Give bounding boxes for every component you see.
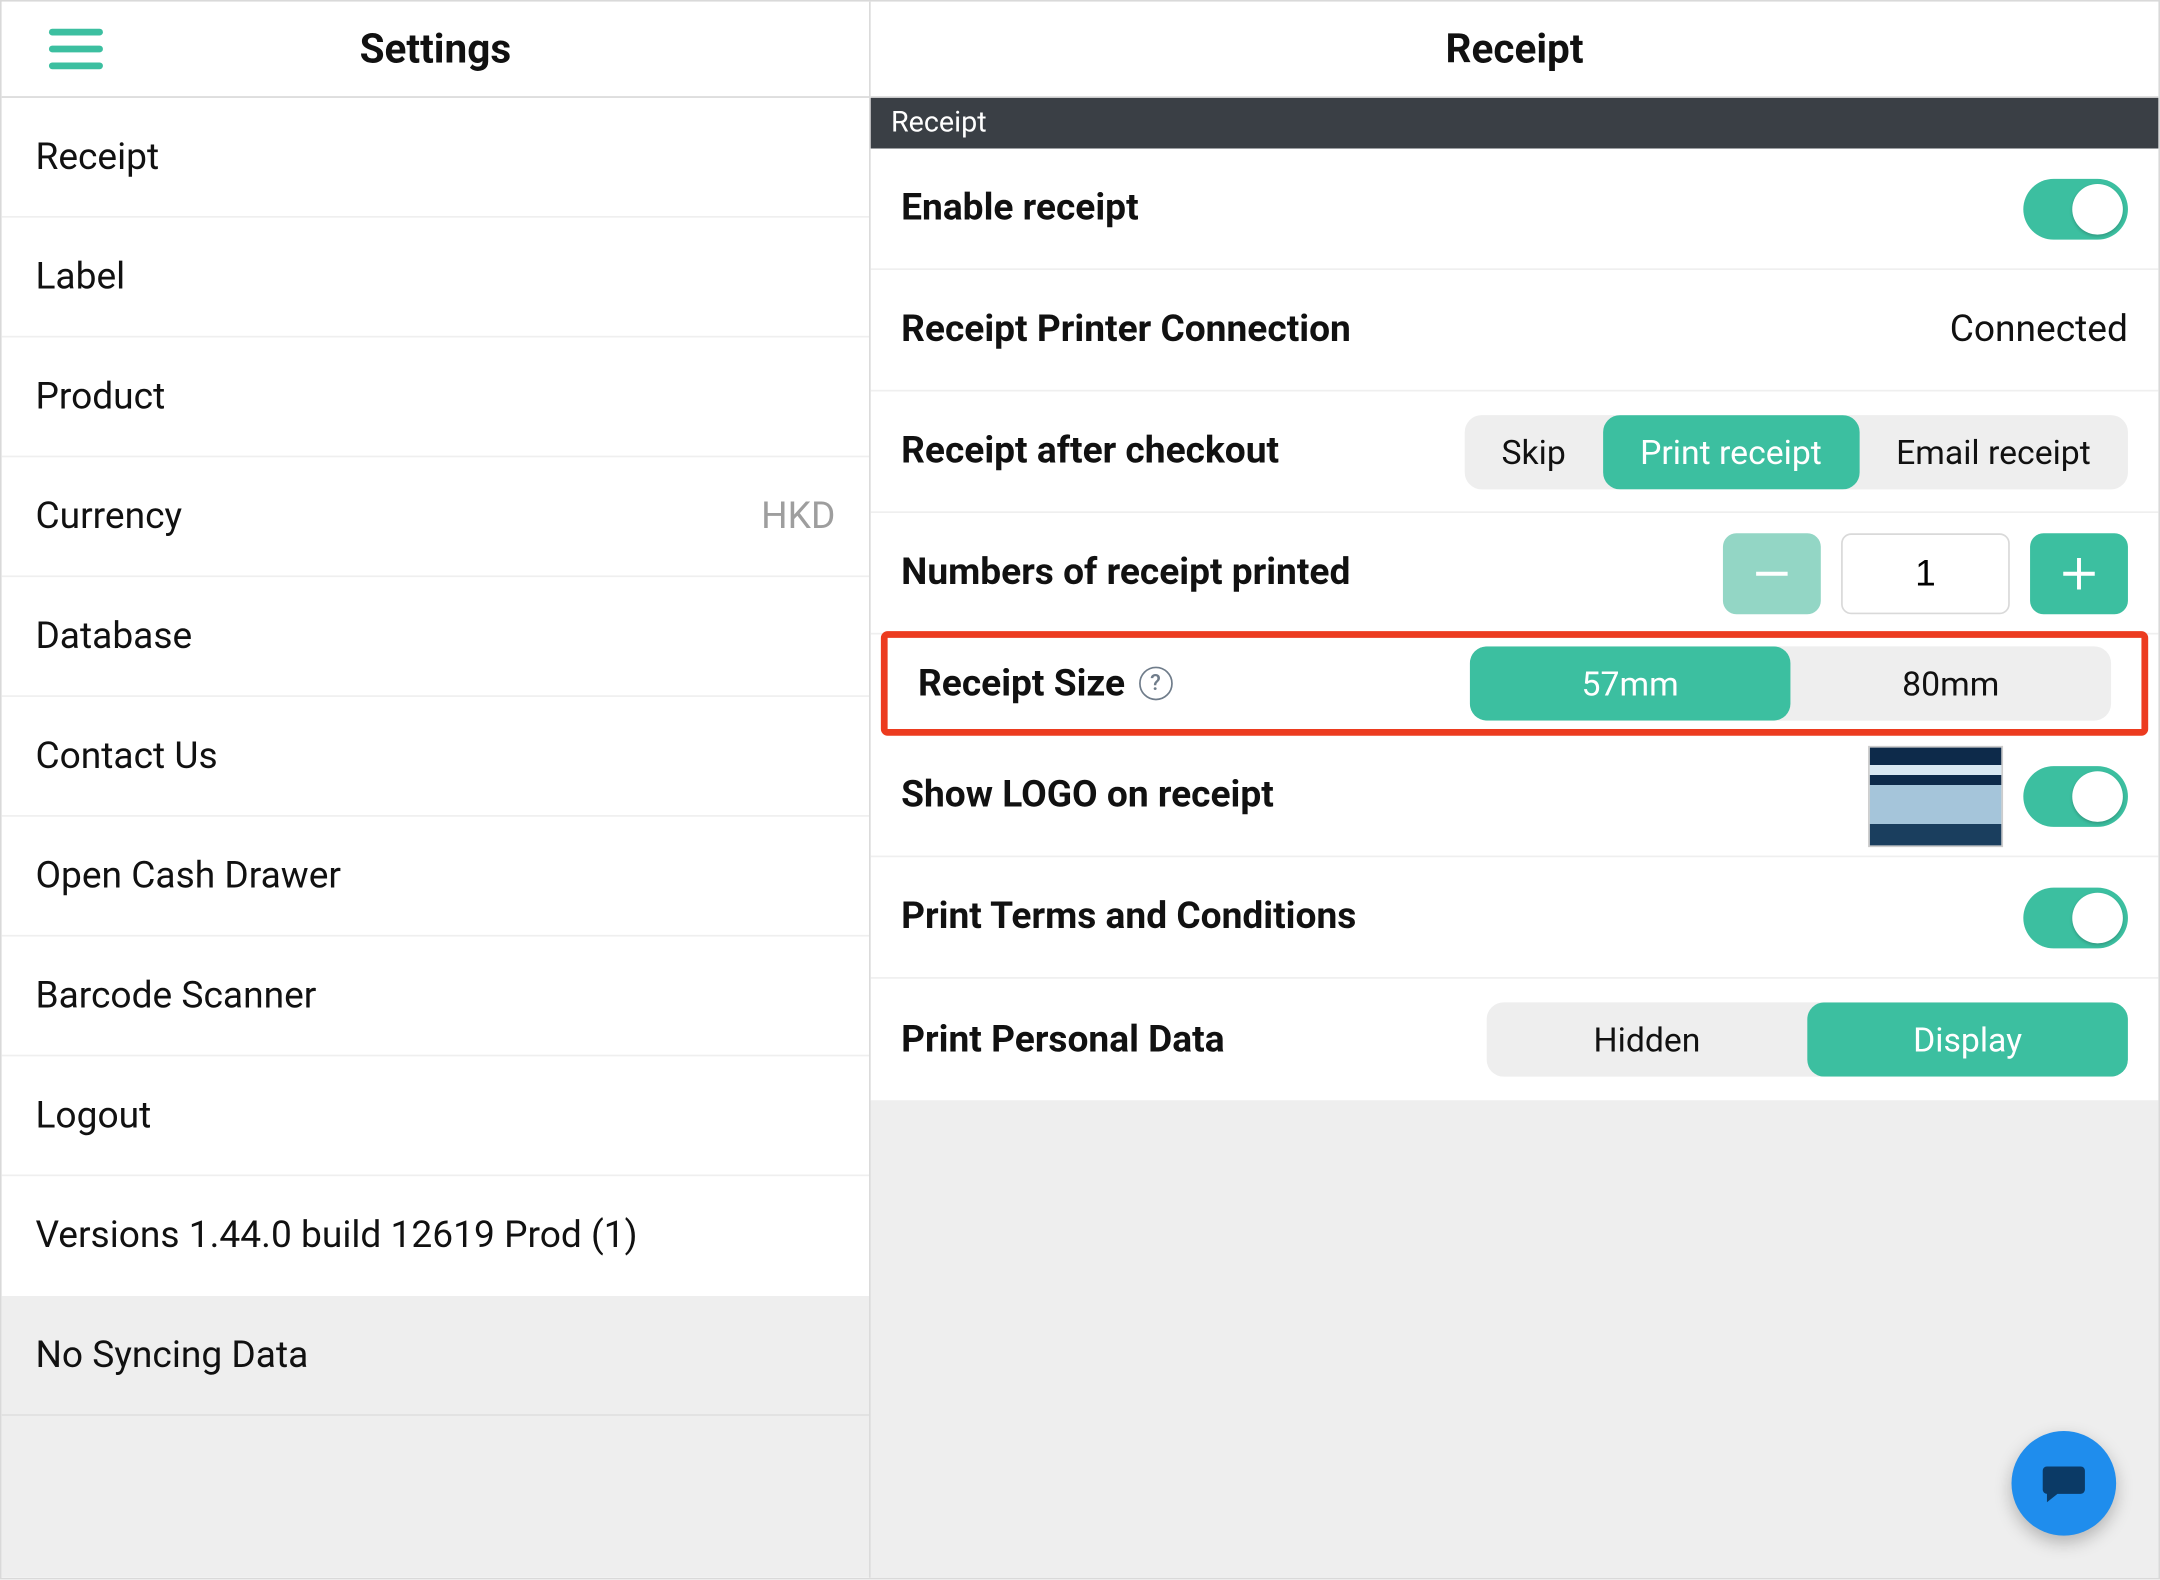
row-label: Print Personal Data bbox=[901, 1018, 1224, 1060]
receipt-settings-rows: Enable receipt Receipt Printer Connectio… bbox=[871, 149, 2159, 1101]
settings-item-database[interactable]: Database bbox=[2, 577, 869, 697]
row-print-terms: Print Terms and Conditions bbox=[871, 857, 2159, 979]
toggle-show-logo[interactable] bbox=[2023, 765, 2128, 826]
toggle-enable-receipt[interactable] bbox=[2023, 178, 2128, 239]
seg-80mm[interactable]: 80mm bbox=[1790, 646, 2111, 720]
settings-item-label: Database bbox=[35, 615, 192, 657]
settings-item-label: Currency bbox=[35, 495, 182, 537]
settings-item-label: Receipt bbox=[35, 136, 159, 178]
row-label: Receipt Size ? bbox=[918, 662, 1172, 704]
settings-item-currency[interactable]: Currency HKD bbox=[2, 457, 869, 577]
row-label: Enable receipt bbox=[901, 187, 1139, 229]
stepper-input[interactable] bbox=[1841, 532, 2010, 613]
stepper-increment-button[interactable] bbox=[2030, 532, 2128, 613]
settings-item-label: Barcode Scanner bbox=[35, 975, 316, 1017]
segmented-after-checkout: Skip Print receipt Email receipt bbox=[1464, 414, 2128, 488]
section-band-receipt: Receipt bbox=[871, 98, 2159, 149]
settings-item-label: Logout bbox=[35, 1094, 151, 1136]
segmented-receipt-size: 57mm 80mm bbox=[1470, 646, 2111, 720]
settings-item-label-printer[interactable]: Label bbox=[2, 218, 869, 338]
settings-item-barcode-scanner[interactable]: Barcode Scanner bbox=[2, 937, 869, 1057]
row-after-checkout: Receipt after checkout Skip Print receip… bbox=[871, 392, 2159, 514]
settings-item-label: Label bbox=[35, 256, 125, 298]
row-show-logo: Show LOGO on receipt bbox=[871, 736, 2159, 858]
row-label: Show LOGO on receipt bbox=[901, 775, 1274, 817]
seg-57mm[interactable]: 57mm bbox=[1470, 646, 1791, 720]
help-icon[interactable]: ? bbox=[1139, 667, 1173, 701]
settings-title: Settings bbox=[360, 25, 512, 72]
settings-item-product[interactable]: Product bbox=[2, 338, 869, 458]
settings-item-logout[interactable]: Logout bbox=[2, 1056, 869, 1176]
row-num-printed: Numbers of receipt printed bbox=[871, 513, 2159, 635]
settings-item-value: HKD bbox=[761, 495, 835, 537]
stepper-decrement-button[interactable] bbox=[1723, 532, 1821, 613]
detail-title: Receipt bbox=[871, 2, 2159, 98]
settings-item-label: Contact Us bbox=[35, 735, 217, 777]
seg-email-receipt[interactable]: Email receipt bbox=[1859, 414, 2128, 488]
settings-item-open-cash-drawer[interactable]: Open Cash Drawer bbox=[2, 817, 869, 937]
settings-version-row: Versions 1.44.0 build 12619 Prod (1) bbox=[2, 1176, 869, 1296]
settings-item-label: Open Cash Drawer bbox=[35, 855, 341, 897]
hamburger-menu-icon[interactable] bbox=[49, 29, 103, 70]
segmented-personal-data: Hidden Display bbox=[1487, 1002, 2128, 1076]
seg-hidden[interactable]: Hidden bbox=[1487, 1002, 1808, 1076]
settings-header: Settings bbox=[2, 2, 869, 98]
row-enable-receipt: Enable receipt bbox=[871, 149, 2159, 271]
settings-item-receipt[interactable]: Receipt bbox=[2, 98, 869, 218]
settings-gray-section: No Syncing Data bbox=[2, 1296, 869, 1578]
settings-list: Receipt Label Product Currency HKD Datab… bbox=[2, 98, 869, 1578]
row-label: Receipt Printer Connection bbox=[901, 309, 1351, 351]
chat-support-button[interactable] bbox=[2012, 1431, 2117, 1536]
logo-thumbnail[interactable] bbox=[1868, 745, 2003, 846]
seg-display[interactable]: Display bbox=[1807, 1002, 2128, 1076]
version-text: Versions 1.44.0 build 12619 Prod (1) bbox=[35, 1215, 637, 1257]
sync-status-row: No Syncing Data bbox=[2, 1296, 869, 1416]
app-root: Settings Receipt Label Product Currency … bbox=[0, 0, 2160, 1580]
settings-item-label: Product bbox=[35, 375, 165, 417]
detail-pane: Receipt Receipt Enable receipt Receipt P… bbox=[871, 2, 2159, 1578]
seg-print-receipt[interactable]: Print receipt bbox=[1603, 414, 1859, 488]
seg-skip[interactable]: Skip bbox=[1464, 414, 1603, 488]
toggle-print-terms[interactable] bbox=[2023, 887, 2128, 948]
row-personal-data: Print Personal Data Hidden Display bbox=[871, 979, 2159, 1101]
settings-pane: Settings Receipt Label Product Currency … bbox=[2, 2, 871, 1578]
printer-status-value: Connected bbox=[1950, 309, 2128, 351]
receipt-size-label: Receipt Size bbox=[918, 662, 1125, 704]
row-label: Print Terms and Conditions bbox=[901, 896, 1356, 938]
row-printer-connection[interactable]: Receipt Printer Connection Connected bbox=[871, 270, 2159, 392]
row-label: Numbers of receipt printed bbox=[901, 552, 1350, 594]
row-label: Receipt after checkout bbox=[901, 430, 1279, 472]
settings-item-contact-us[interactable]: Contact Us bbox=[2, 697, 869, 817]
stepper-num-printed bbox=[1723, 532, 2128, 613]
row-receipt-size: Receipt Size ? 57mm 80mm bbox=[881, 631, 2148, 736]
sync-status-text: No Syncing Data bbox=[35, 1334, 308, 1376]
